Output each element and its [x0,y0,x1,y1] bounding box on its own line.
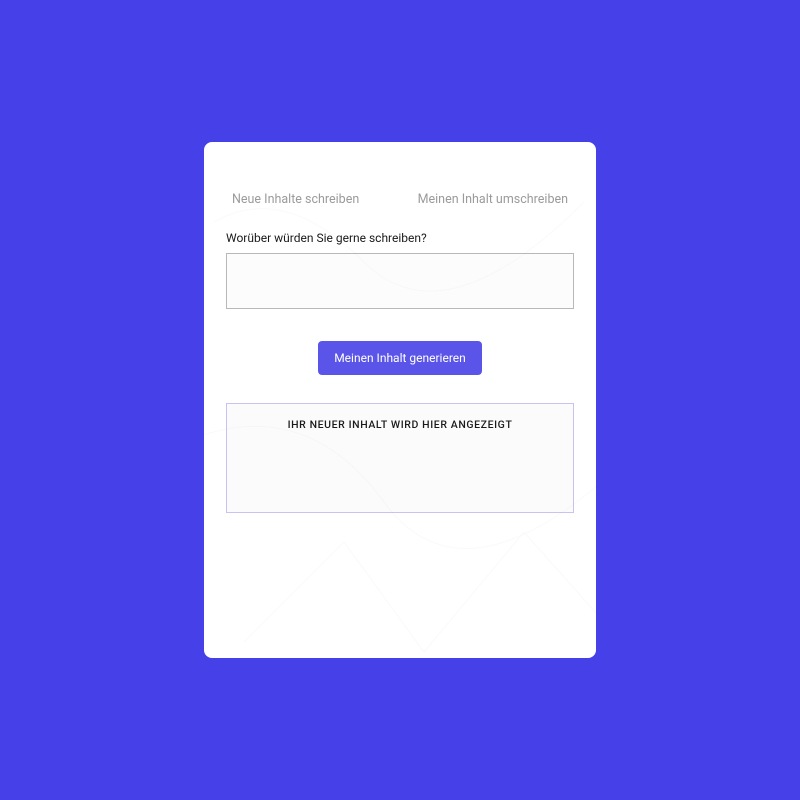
topic-input[interactable] [226,253,574,309]
output-placeholder: IHR NEUER INHALT WIRD HIER ANGEZEIGT [239,418,561,431]
generate-button[interactable]: Meinen Inhalt generieren [318,341,482,375]
prompt-label: Worüber würden Sie gerne schreiben? [226,231,574,245]
output-box: IHR NEUER INHALT WIRD HIER ANGEZEIGT [226,403,574,513]
tabs-row: Neue Inhalte schreiben Meinen Inhalt ums… [226,192,574,207]
decorative-lines [204,142,596,658]
generate-row: Meinen Inhalt generieren [226,341,574,375]
tab-rewrite[interactable]: Meinen Inhalt umschreiben [418,192,568,207]
content-generator-card: Neue Inhalte schreiben Meinen Inhalt ums… [204,142,596,658]
tab-write-new[interactable]: Neue Inhalte schreiben [232,192,359,207]
